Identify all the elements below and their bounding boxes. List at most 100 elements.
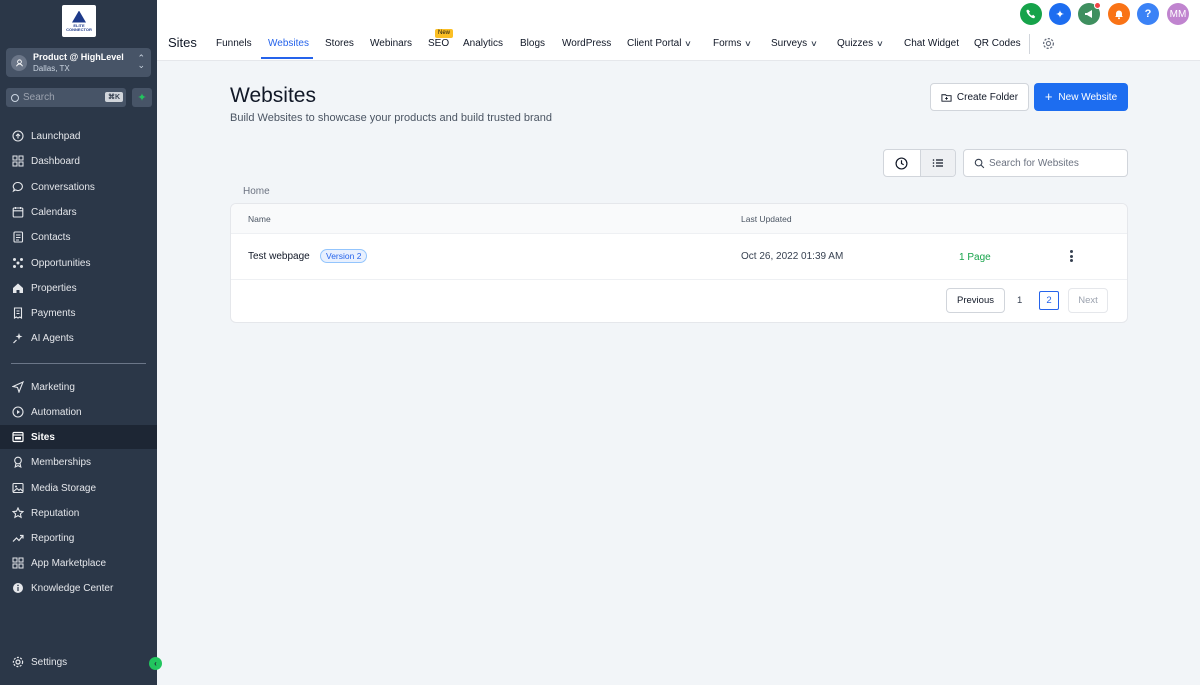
website-search-input[interactable] — [989, 157, 1119, 169]
page-1-button[interactable]: 1 — [1017, 295, 1022, 306]
more-options-icon[interactable] — [1068, 248, 1074, 264]
sidebar-item-label: Payments — [31, 307, 76, 319]
phone-button[interactable] — [1020, 3, 1042, 25]
tab-websites[interactable]: Websites — [268, 38, 309, 49]
tab-surveys[interactable]: Surveys ∨ — [771, 38, 818, 49]
tab-stores[interactable]: Stores — [325, 38, 354, 49]
column-header-name: Name — [248, 214, 271, 224]
clock-icon — [895, 156, 908, 170]
sidebar-item-automation[interactable]: Automation — [0, 400, 157, 424]
launchpad-icon — [11, 130, 24, 143]
ai-button[interactable]: ✦ — [1049, 3, 1071, 25]
chevron-down-icon: ∨ — [744, 39, 753, 48]
sidebar-item-marketing[interactable]: Marketing — [0, 375, 157, 399]
sidebar-item-opportunities[interactable]: Opportunities — [0, 251, 157, 275]
company-logo[interactable]: ELITE CONNECTOR — [62, 5, 96, 37]
notification-dot — [1094, 2, 1101, 9]
sidebar-item-reputation[interactable]: Reputation — [0, 501, 157, 525]
tab-analytics[interactable]: Analytics — [463, 38, 503, 49]
website-search — [963, 149, 1128, 177]
sidebar-divider — [11, 363, 146, 364]
website-name[interactable]: Test webpage — [248, 251, 310, 262]
sidebar-item-ai-agents[interactable]: AI Agents — [0, 326, 157, 350]
announcements-button[interactable] — [1078, 2, 1101, 25]
user-avatar[interactable]: MM — [1167, 3, 1189, 25]
tab-webinars[interactable]: Webinars — [370, 38, 412, 49]
info-icon — [11, 582, 24, 595]
opportunities-icon — [11, 257, 24, 270]
sidebar-item-launchpad[interactable]: Launchpad — [0, 124, 157, 148]
logo-text: ELITE CONNECTOR — [66, 22, 92, 32]
new-website-button[interactable]: + New Website — [1034, 83, 1128, 111]
send-icon — [11, 381, 24, 394]
tab-label: Forms — [713, 38, 742, 49]
sidebar-item-label: Contacts — [31, 231, 71, 243]
user-initials: MM — [1169, 8, 1187, 20]
ai-assist-button[interactable]: ✦ — [132, 88, 152, 107]
account-switcher[interactable]: Product @ HighLevel Dallas, TX ⌃ ⌄ — [6, 48, 151, 77]
page-count[interactable]: 1 Page — [959, 252, 991, 263]
tab-quizzes[interactable]: Quizzes ∨ — [837, 38, 884, 49]
sidebar-item-dashboard[interactable]: Dashboard — [0, 149, 157, 173]
recent-view-button[interactable] — [884, 150, 920, 176]
tab-client-portal[interactable]: Client Portal ∨ — [627, 38, 692, 49]
tabs-divider — [1029, 34, 1030, 54]
tab-funnels[interactable]: Funnels — [216, 38, 252, 49]
page-subtitle: Build Websites to showcase your products… — [230, 112, 553, 124]
websites-table: Name Last Updated Test webpage Version 2… — [230, 203, 1128, 323]
tab-chat-widget[interactable]: Chat Widget — [904, 38, 959, 49]
sidebar-item-label: AI Agents — [31, 332, 74, 344]
tab-qr-codes[interactable]: QR Codes — [974, 38, 1021, 49]
sidebar-item-settings[interactable]: Settings — [0, 650, 157, 674]
automation-icon — [11, 406, 24, 419]
new-badge: New — [435, 29, 454, 38]
sidebar-item-label: App Marketplace — [31, 557, 107, 569]
search-icon — [974, 158, 985, 168]
chat-icon — [11, 181, 24, 194]
next-page-button[interactable]: Next — [1068, 288, 1108, 313]
sidebar-search[interactable]: Search ⌘K — [6, 88, 126, 107]
table-row[interactable]: Test webpage Version 2 Oct 26, 2022 01:3… — [231, 235, 1127, 280]
sidebar-item-memberships[interactable]: Memberships — [0, 450, 157, 474]
list-view-button[interactable] — [919, 150, 955, 176]
megaphone-icon — [1085, 10, 1092, 18]
sidebar-item-label: Dashboard — [31, 155, 80, 167]
account-name: Product @ HighLevel — [33, 51, 124, 62]
gear-icon — [11, 656, 24, 669]
sidebar-item-sites[interactable]: Sites — [0, 425, 157, 449]
bell-icon — [1115, 10, 1123, 20]
previous-page-button[interactable]: Previous — [946, 288, 1005, 313]
help-button[interactable]: ? — [1137, 3, 1159, 25]
tab-label: Client Portal — [627, 38, 682, 49]
tab-seo[interactable]: SEO — [428, 38, 449, 49]
page-2-button[interactable]: 2 — [1039, 291, 1059, 310]
notifications-button[interactable] — [1108, 3, 1130, 25]
sidebar-item-knowledge-center[interactable]: Knowledge Center — [0, 576, 157, 600]
sidebar-item-media-storage[interactable]: Media Storage — [0, 476, 157, 500]
tab-forms[interactable]: Forms ∨ — [713, 38, 753, 49]
sidebar-item-conversations[interactable]: Conversations — [0, 175, 157, 199]
tab-wordpress[interactable]: WordPress — [562, 38, 611, 49]
sidebar-item-calendars[interactable]: Calendars — [0, 200, 157, 224]
create-folder-button[interactable]: Create Folder — [930, 83, 1029, 111]
breadcrumb[interactable]: Home — [243, 186, 270, 197]
sidebar-item-contacts[interactable]: Contacts — [0, 225, 157, 249]
sidebar-item-properties[interactable]: Properties — [0, 276, 157, 300]
active-tab-indicator — [261, 57, 313, 59]
calendar-icon — [11, 206, 24, 219]
create-folder-label: Create Folder — [956, 91, 1019, 103]
sidebar-item-payments[interactable]: Payments — [0, 301, 157, 325]
sidebar-item-label: Opportunities — [31, 257, 91, 269]
sidebar: ELITE CONNECTOR Product @ HighLevel Dall… — [0, 0, 162, 685]
image-icon — [11, 482, 24, 495]
logo-mark-icon — [72, 10, 86, 23]
settings-gear-icon[interactable] — [1042, 37, 1055, 50]
receipt-icon — [11, 307, 24, 320]
column-header-updated: Last Updated — [741, 214, 792, 224]
collapse-sidebar-button[interactable]: ‹ — [149, 657, 162, 670]
sidebar-item-reporting[interactable]: Reporting — [0, 526, 157, 550]
tab-label: Analytics — [463, 38, 504, 49]
chevron-left-icon: ‹ — [154, 659, 157, 668]
sidebar-item-app-marketplace[interactable]: App Marketplace — [0, 551, 157, 575]
tab-blogs[interactable]: Blogs — [520, 38, 545, 49]
